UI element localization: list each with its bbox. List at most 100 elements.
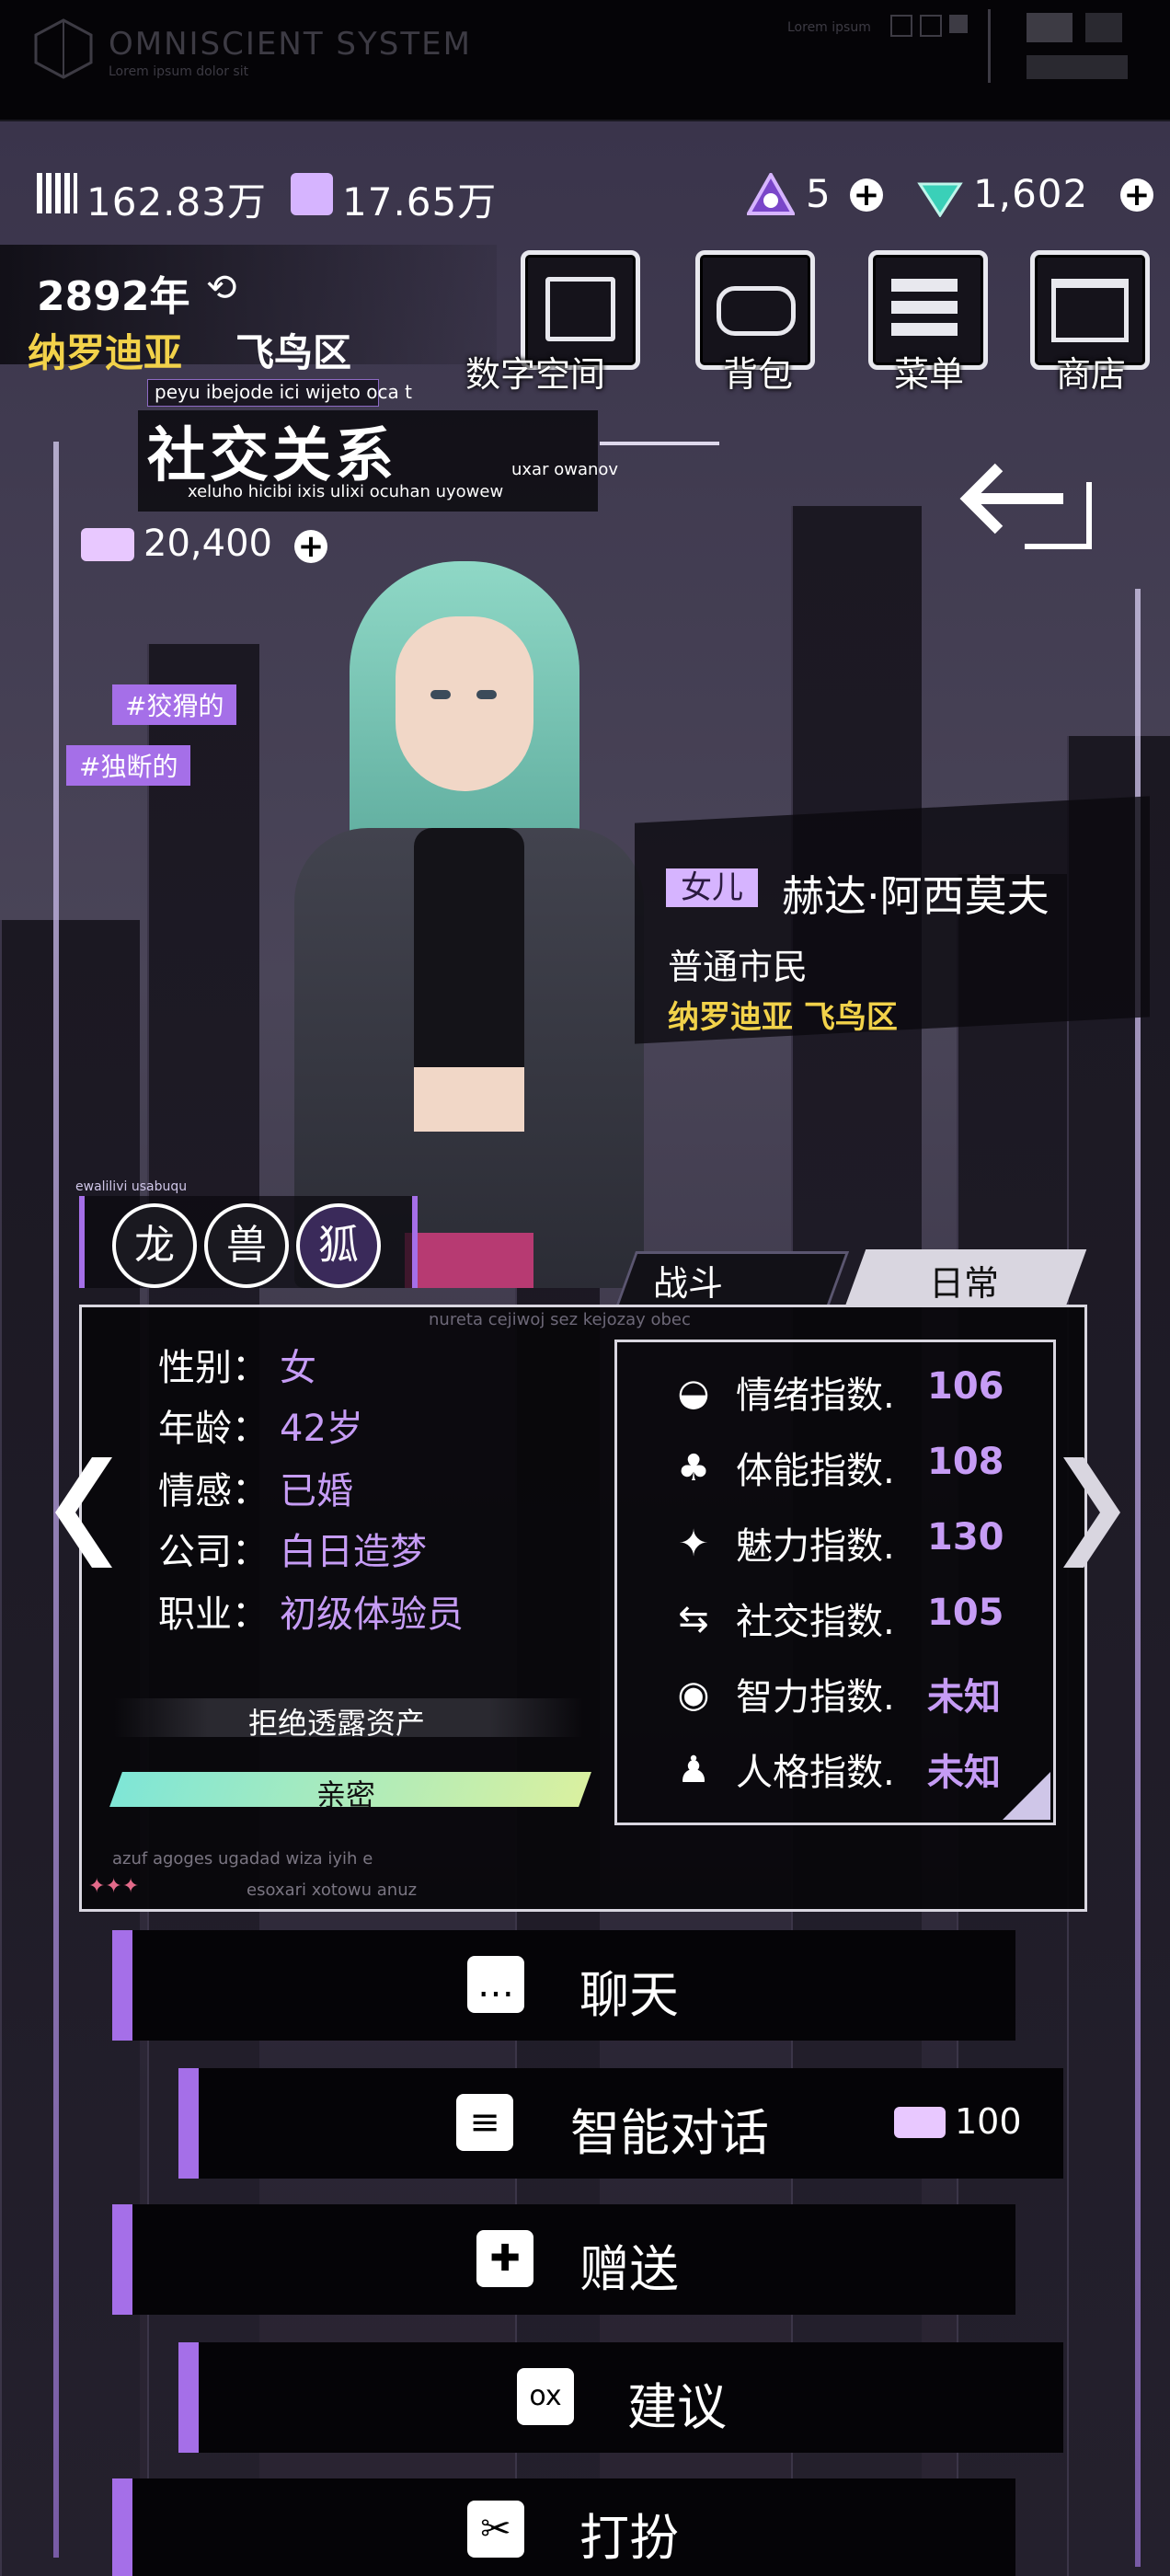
sparkle-icon: ✦✦✦: [88, 1875, 140, 1898]
stat-value: 未知: [927, 1752, 1001, 1794]
dragon-badge-icon[interactable]: 龙: [112, 1203, 197, 1288]
stat-row-charm: ✦ 魅力指数. 130: [671, 1516, 1058, 1571]
age-label: 年龄：: [158, 1408, 269, 1450]
status-block: [1027, 13, 1072, 42]
bag-icon: [717, 286, 796, 336]
suggest-label: 建议: [627, 2378, 727, 2436]
gift-icon: ✚: [476, 2230, 533, 2287]
gems-value: 1,602: [973, 171, 1089, 216]
ai-chat-button[interactable]: ≡ 智能对话 100: [178, 2068, 1063, 2179]
stat-value: 106: [927, 1365, 1004, 1408]
page-title: 社交关系: [147, 422, 397, 490]
stat-row-social: ⇆ 社交指数. 105: [671, 1592, 1058, 1647]
top-bar: OMNISCIENT SYSTEM Lorem ipsum dolor sit …: [0, 0, 1170, 121]
logo-icon: [34, 18, 93, 79]
stat-label: 体能指数.: [736, 1450, 895, 1492]
next-character-icon[interactable]: [1054, 1457, 1128, 1568]
stat-value: 未知: [927, 1676, 1001, 1719]
crystals-value: 17.65万: [342, 179, 498, 224]
gift-label: 赠送: [579, 2240, 679, 2298]
back-arrow-icon[interactable]: [957, 454, 1095, 556]
ai-chat-label: 智能对话: [570, 2104, 769, 2162]
job-value: 初级体验员: [280, 1593, 464, 1636]
social-icon: ⇆: [678, 1598, 709, 1640]
fox-badge-icon[interactable]: 狐: [296, 1203, 381, 1288]
suggest-button[interactable]: ox 建议: [178, 2342, 1063, 2453]
relation-badge: 女儿: [666, 868, 758, 907]
chat-icon: …: [467, 1956, 524, 2013]
badges-caption: ewalilivi usabuqu: [75, 1179, 188, 1194]
city-name: 纳罗迪亚: [28, 330, 183, 375]
ticket-icon: [894, 2107, 946, 2138]
stat-label: 魅力指数.: [736, 1525, 895, 1568]
status-block: [1027, 55, 1128, 79]
shop-label: 商店: [1056, 354, 1127, 395]
crystal-icon: [291, 173, 333, 215]
character-name: 赫达·阿西莫夫: [782, 871, 1050, 921]
ticket-balance: 20,400: [143, 523, 272, 565]
coins-value: 162.83万: [86, 179, 267, 224]
window-icon: [949, 15, 968, 33]
stat-label: 社交指数.: [736, 1601, 895, 1643]
add-energy-button[interactable]: +: [850, 178, 883, 212]
digital-space-label: 数字空间: [465, 354, 606, 395]
chat-button[interactable]: … 聊天: [112, 1930, 1015, 2041]
layers-icon: [545, 277, 615, 341]
company-label: 公司：: [158, 1531, 269, 1573]
tab-battle-label: 战斗: [653, 1263, 724, 1304]
stat-value: 108: [927, 1441, 1004, 1483]
title-small-bottom: xeluho hicibi ixis ulixi ocuhan uyowew: [188, 482, 504, 501]
ticket-icon: [81, 528, 134, 561]
dress-button[interactable]: ✂ 打扮: [112, 2478, 1015, 2576]
year-text: 2892年: [37, 273, 190, 320]
cart-icon: [1051, 279, 1129, 342]
district-name: 飞鸟区: [235, 330, 352, 375]
panel-caption: nureta cejiwoj sez kejozay obec: [429, 1310, 691, 1329]
refresh-icon[interactable]: ⟲: [206, 267, 237, 309]
gem-icon: [917, 182, 963, 217]
stat-value: 130: [927, 1516, 1004, 1558]
menu-label: 菜单: [894, 354, 965, 395]
prev-character-icon[interactable]: [48, 1457, 121, 1568]
status-block: [1085, 13, 1122, 42]
dress-label: 打扮: [579, 2509, 679, 2567]
title-small-top: peyu ibejode ici wijeto oca t: [155, 381, 412, 403]
ai-chat-cost: 100: [955, 2101, 1022, 2142]
stat-row-mood: ◒ 情绪指数. 106: [671, 1365, 1058, 1420]
beast-badge-icon[interactable]: 兽: [204, 1203, 289, 1288]
footer-small-2: esoxari xotowu anuz: [247, 1880, 418, 1900]
dress-icon: ✂: [467, 2501, 524, 2558]
stat-label: 情绪指数.: [736, 1374, 895, 1417]
window-icon: [920, 15, 942, 37]
suggest-icon: ox: [517, 2368, 574, 2425]
job-label: 职业：: [158, 1593, 269, 1636]
tab-daily-label: 日常: [929, 1263, 1000, 1304]
window-icon: [890, 15, 912, 37]
add-gems-button[interactable]: +: [1120, 178, 1153, 212]
energy-icon: [747, 173, 795, 215]
relationship-status-label: 情感：: [158, 1470, 269, 1512]
trait-tag: #狡猾的: [112, 684, 237, 725]
personality-icon: ♟: [677, 1749, 710, 1791]
stat-row-personality: ♟ 人格指数. 未知: [671, 1742, 1058, 1798]
relationship-level: 亲密: [316, 1777, 376, 1812]
mood-icon: ◒: [677, 1372, 710, 1414]
stat-row-stamina: ♣ 体能指数. 108: [671, 1441, 1058, 1496]
charm-icon: ✦: [678, 1523, 709, 1565]
character-portrait: [285, 552, 671, 1288]
coin-icon: [37, 173, 77, 213]
tab-battle[interactable]: [614, 1251, 850, 1307]
footer-small-1: azuf agoges ugadad wiza iyih e: [112, 1849, 373, 1869]
company-value: 白日造梦: [280, 1531, 427, 1573]
logo-title: OMNISCIENT SYSTEM: [109, 26, 472, 63]
menu-icon: [891, 279, 958, 338]
character-class: 普通市民: [668, 947, 809, 987]
gift-button[interactable]: ✚ 赠送: [112, 2204, 1015, 2315]
trait-tag: #独断的: [66, 745, 191, 786]
stat-value: 105: [927, 1592, 1004, 1634]
relationship-status-value: 已婚: [280, 1470, 353, 1512]
title-underline: [600, 442, 719, 445]
divider: [988, 9, 991, 83]
ai-chat-icon: ≡: [456, 2094, 513, 2151]
stat-row-intelligence: ◉ 智力指数. 未知: [671, 1667, 1058, 1722]
